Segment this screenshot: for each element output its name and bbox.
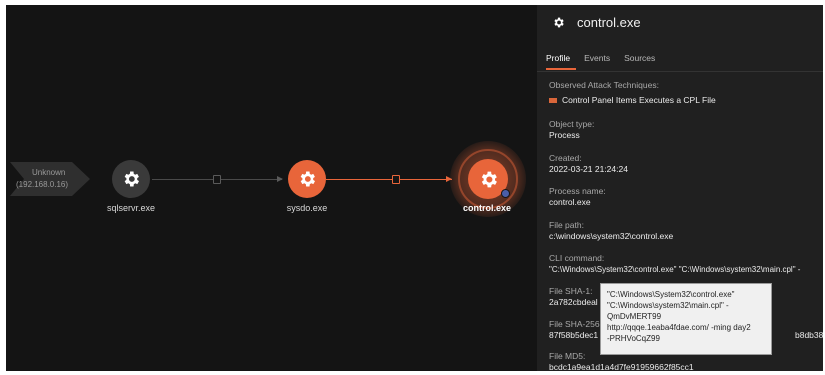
field-created: Created: 2022-03-21 21:24:24 (549, 153, 628, 175)
field-label: CLI command: (549, 253, 605, 263)
tab-events[interactable]: Events (584, 53, 616, 70)
source-host-name: Unknown (32, 168, 66, 177)
tooltip-line: "C:\Windows\System32\control.exe" (607, 290, 735, 299)
field-value: Process (549, 130, 580, 140)
node-status-dot (501, 189, 510, 198)
file-event-icon[interactable] (392, 175, 400, 184)
tooltip-line: QmDvMERT99 (607, 312, 662, 321)
field-techniques: Observed Attack Techniques: Control Pane… (549, 80, 716, 106)
source-host-node[interactable] (10, 158, 92, 200)
process-graph-canvas[interactable]: Unknown (192.168.0.16) sqlservr.exe sysd… (6, 5, 537, 371)
tooltip-line: http://qqqe.1eaba4fdae.com/ -ming day2 (607, 323, 751, 332)
technique-item[interactable]: Control Panel Items Executes a CPL File (549, 95, 716, 106)
field-label: Observed Attack Techniques: (549, 80, 659, 90)
field-label: File path: (549, 220, 584, 230)
process-node-sqlservr[interactable] (112, 160, 150, 198)
field-label: File SHA-1: (549, 286, 593, 296)
tooltip-line: "C:\Windows\system32\main.cpl" - (607, 301, 729, 310)
panel-tabs: Profile Events Sources (546, 53, 669, 70)
field-value: control.exe (549, 197, 591, 207)
gear-icon (481, 171, 497, 187)
process-node-sysdo[interactable] (288, 160, 326, 198)
field-value: 2022-03-21 21:24:24 (549, 164, 628, 174)
field-label: Object type: (549, 119, 595, 129)
severity-swatch (549, 98, 557, 104)
tab-sources[interactable]: Sources (624, 53, 661, 70)
file-event-icon[interactable] (213, 175, 221, 184)
field-value: c:\windows\system32\control.exe (549, 231, 674, 241)
tab-divider (537, 71, 823, 72)
field-value-tail: b8db38c9... (795, 330, 823, 340)
field-cli-command: CLI command: "C:\Windows\System32\contro… (549, 253, 819, 275)
tooltip-line: -PRHVoCqZ99 (607, 334, 660, 343)
edge-arrow (277, 176, 283, 182)
field-process-name: Process name: control.exe (549, 186, 606, 208)
source-host-address: (192.168.0.16) (16, 180, 69, 189)
field-value: bcdc1a9ea1d1a4d7fe91959662f85cc1 (549, 362, 694, 371)
cli-tooltip: "C:\Windows\System32\control.exe" "C:\Wi… (600, 283, 772, 355)
technique-name: Control Panel Items Executes a CPL File (562, 95, 716, 105)
process-node-label-selected: control.exe (462, 203, 512, 213)
process-node-label: sysdo.exe (286, 203, 328, 213)
field-value: 2a782cbdeal (549, 297, 598, 307)
field-label: Created: (549, 153, 582, 163)
gear-icon (124, 171, 139, 187)
process-node-label: sqlservr.exe (106, 203, 156, 213)
tab-profile[interactable]: Profile (546, 53, 577, 70)
field-sha1: File SHA-1: 2a782cbdeal (549, 286, 598, 308)
field-file-path: File path: c:\windows\system32\control.e… (549, 220, 673, 242)
gear-icon (300, 171, 315, 187)
field-label: Process name: (549, 186, 606, 196)
gear-icon (554, 17, 564, 28)
field-value[interactable]: "C:\Windows\System32\control.exe" "C:\Wi… (549, 264, 819, 275)
edge-sysdo-control (326, 179, 452, 180)
field-object-type: Object type: Process (549, 119, 594, 141)
panel-title: control.exe (577, 15, 641, 30)
